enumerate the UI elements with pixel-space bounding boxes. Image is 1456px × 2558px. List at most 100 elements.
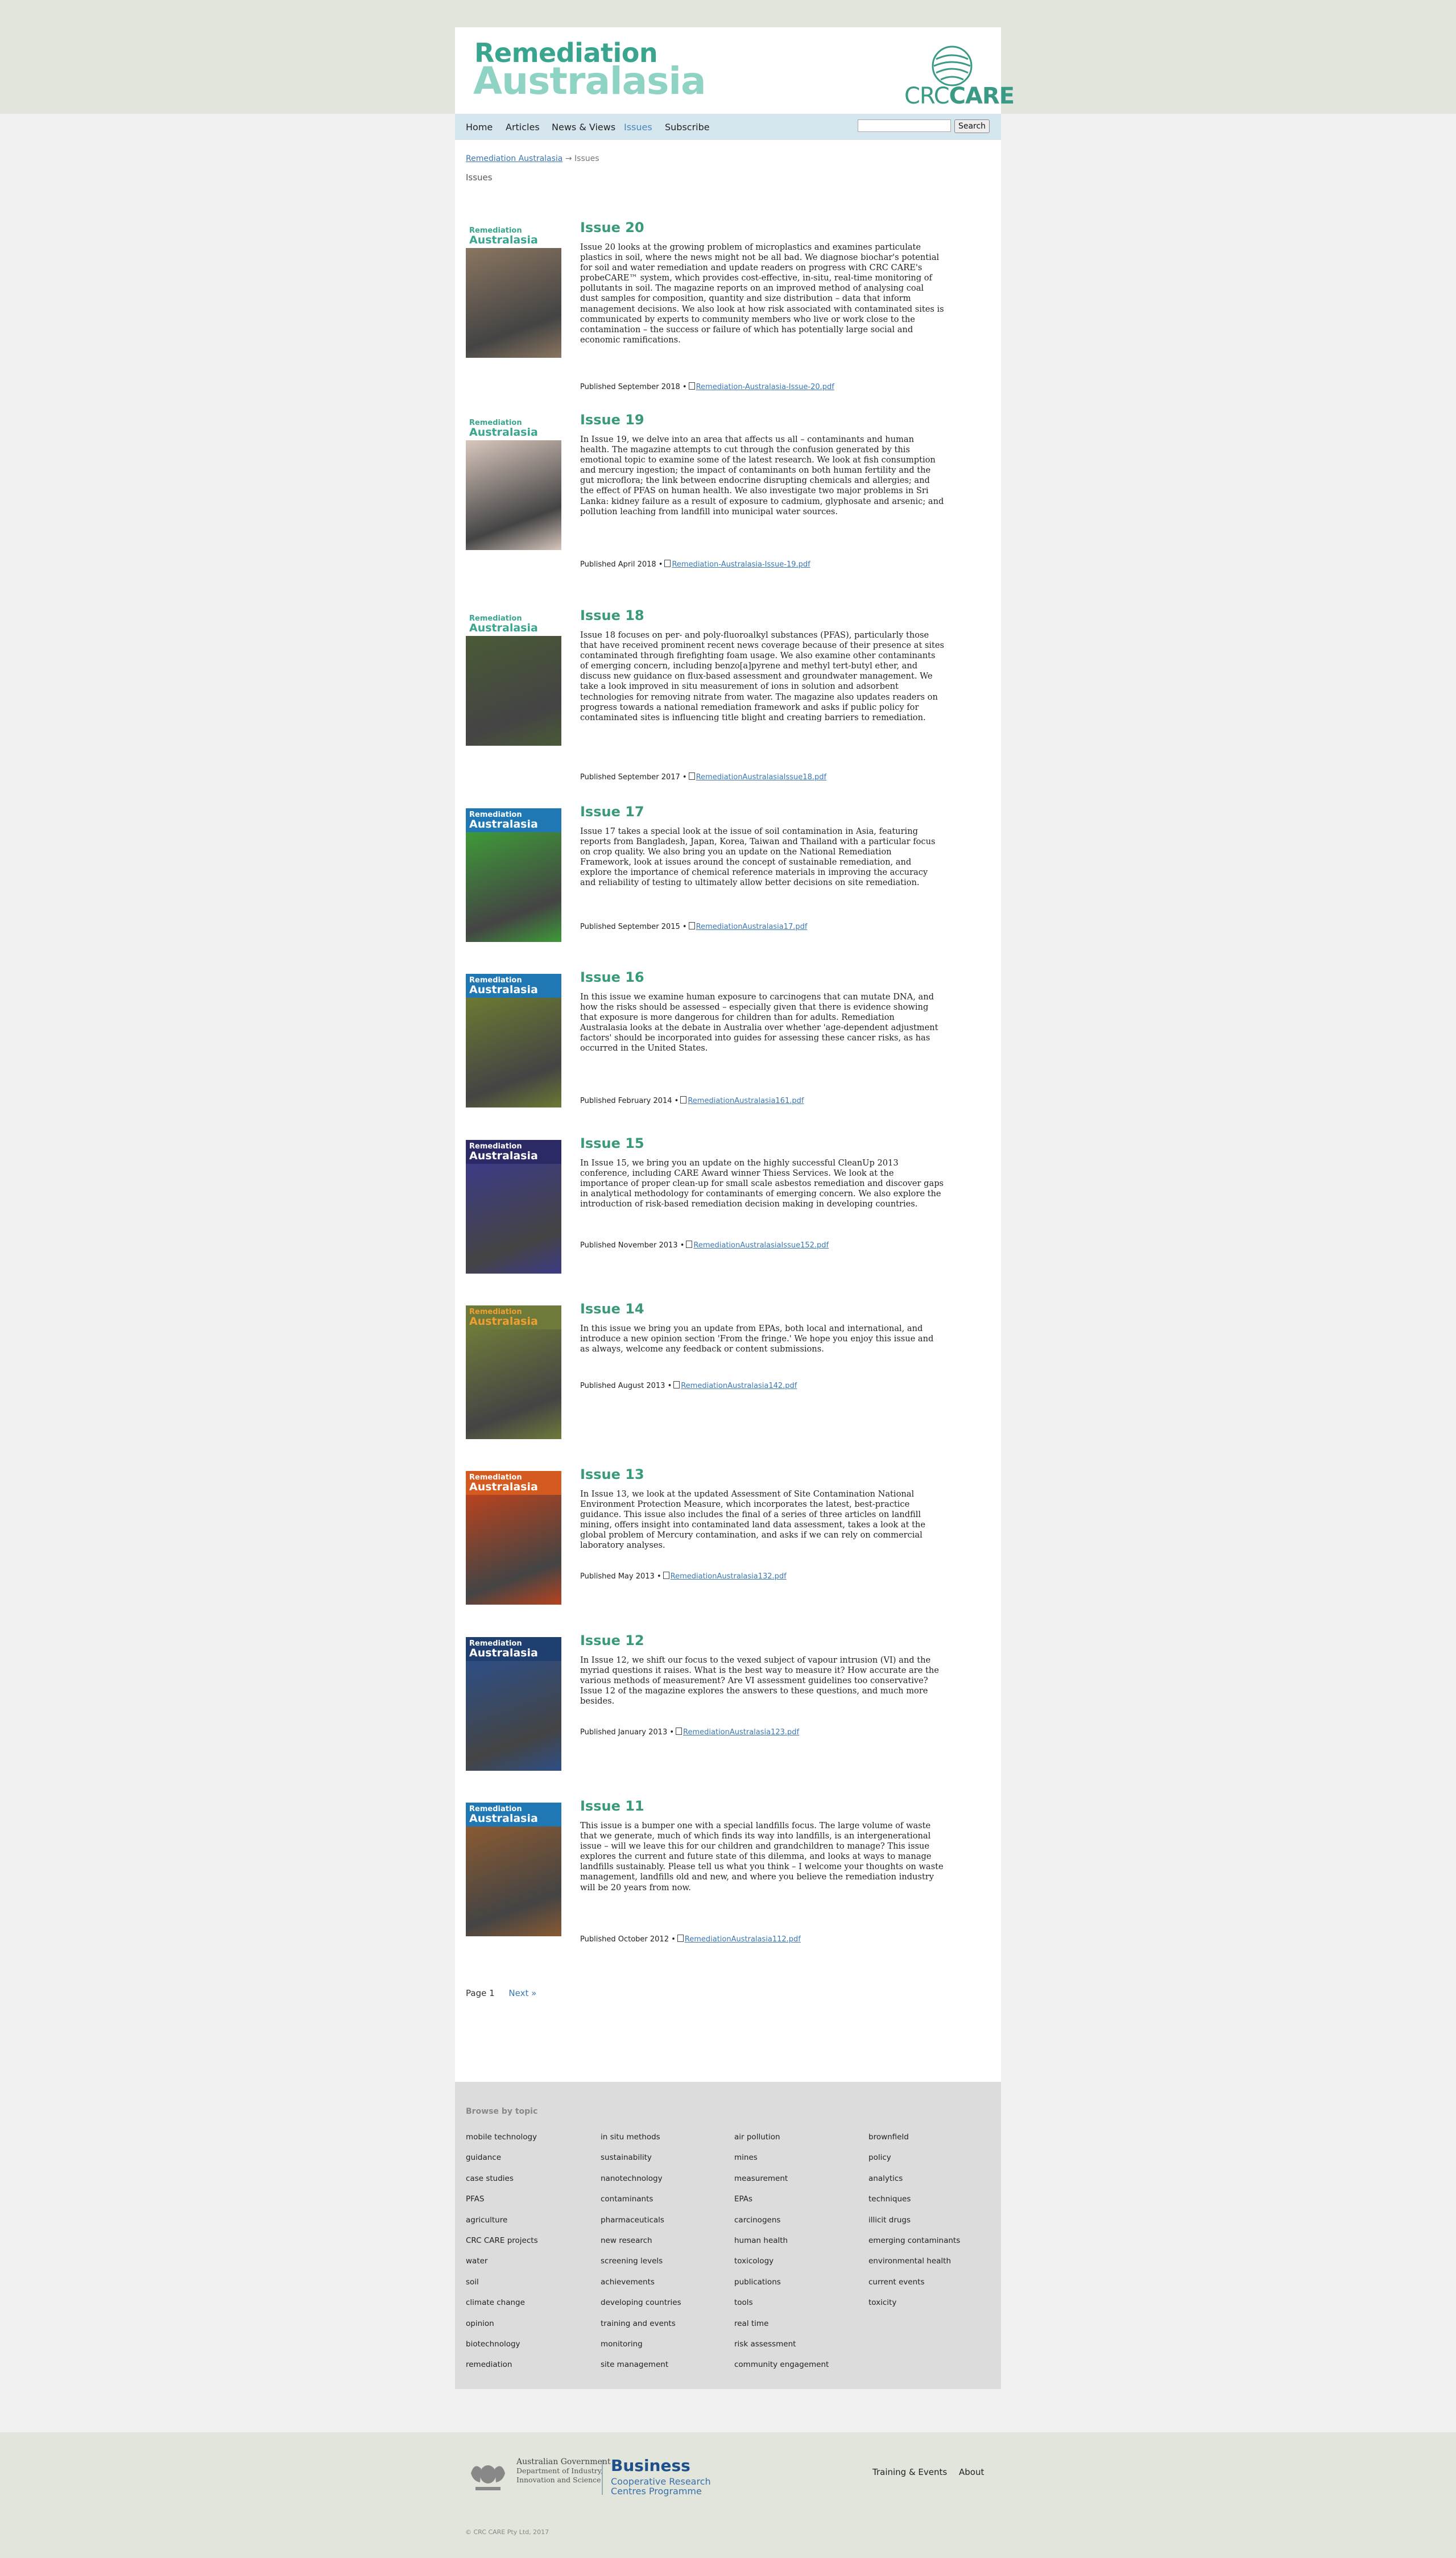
footer-link-training-events[interactable]: Training & Events — [872, 2467, 947, 2477]
topic-link[interactable]: remediation — [466, 2360, 512, 2369]
issue-title[interactable]: Issue 15 — [580, 1135, 644, 1151]
nav-issues[interactable]: Issues — [624, 122, 652, 133]
topic-link[interactable]: screening levels — [601, 2257, 663, 2266]
topic-link[interactable]: soil — [466, 2278, 479, 2287]
topic-link[interactable]: carcinogens — [734, 2216, 780, 2225]
topic-link[interactable]: brownfield — [868, 2133, 909, 2142]
nav-news-views[interactable]: News & Views — [552, 122, 615, 133]
topic-link[interactable]: policy — [868, 2153, 891, 2162]
topic-link[interactable]: real time — [734, 2319, 768, 2328]
issue-cover-image[interactable]: Remediation Australasia — [466, 1471, 561, 1605]
pagination-next-link[interactable]: Next » — [508, 1988, 536, 1998]
issue-title[interactable]: Issue 16 — [580, 969, 644, 985]
topic-link[interactable]: techniques — [868, 2195, 911, 2204]
issue-cover-image[interactable]: Remediation Australasia — [466, 1305, 561, 1439]
topic-link[interactable]: water — [466, 2257, 487, 2266]
topic-link[interactable]: EPAs — [734, 2195, 752, 2204]
issue-cover-image[interactable]: Remediation Australasia — [466, 1803, 561, 1936]
topic-link[interactable]: developing countries — [601, 2298, 681, 2307]
topic-link[interactable]: new research — [601, 2236, 652, 2245]
topic-link[interactable]: toxicity — [868, 2298, 896, 2307]
footer-link-about[interactable]: About — [959, 2467, 984, 2477]
issue-pdf-link[interactable]: RemediationAustralasia112.pdf — [685, 1935, 801, 1944]
cover-title-line2: Australasia — [469, 622, 538, 634]
issue-description: Issue 20 looks at the growing problem of… — [580, 242, 944, 345]
topic-link[interactable]: analytics — [868, 2174, 903, 2183]
issue-pdf-link[interactable]: RemediationAustralasiaIssue152.pdf — [693, 1241, 829, 1250]
topic-link[interactable]: agriculture — [466, 2216, 507, 2225]
issue-published-date: Published August 2013 • — [580, 1382, 672, 1390]
issue-title[interactable]: Issue 17 — [580, 804, 644, 820]
topic-link[interactable]: current events — [868, 2278, 924, 2287]
issue-pdf-link[interactable]: RemediationAustralasia132.pdf — [671, 1572, 787, 1581]
issue-pdf-link[interactable]: Remediation-Australasia-Issue-19.pdf — [672, 560, 810, 569]
topic-link[interactable]: toxicology — [734, 2257, 774, 2266]
topic-link[interactable]: environmental health — [868, 2257, 951, 2266]
topic-link[interactable]: community engagement — [734, 2360, 829, 2369]
topic-link[interactable]: site management — [601, 2360, 668, 2369]
topic-link[interactable]: publications — [734, 2278, 781, 2287]
topic-link[interactable]: guidance — [466, 2153, 501, 2162]
issue-pdf-link[interactable]: RemediationAustralasia17.pdf — [696, 923, 808, 931]
site-logo-line2[interactable]: Australasia — [473, 59, 706, 103]
pdf-file-icon — [688, 922, 695, 929]
topic-link[interactable]: in situ methods — [601, 2133, 660, 2142]
topic-link[interactable]: human health — [734, 2236, 788, 2245]
topic-link[interactable]: contaminants — [601, 2195, 653, 2204]
copyright: © CRC CARE Pty Ltd, 2017 — [465, 2528, 549, 2536]
topic-link[interactable]: monitoring — [601, 2340, 643, 2349]
issue-pdf-link[interactable]: RemediationAustralasia161.pdf — [688, 1097, 804, 1105]
issue-pdf-link[interactable]: RemediationAustralasia142.pdf — [681, 1382, 797, 1390]
topic-link[interactable]: PFAS — [466, 2195, 484, 2204]
issue-cover-image[interactable]: Remediation Australasia — [466, 1637, 561, 1771]
topic-link[interactable]: pharmaceuticals — [601, 2216, 664, 2225]
issue-pdf-link[interactable]: Remediation-Australasia-Issue-20.pdf — [696, 383, 834, 391]
issue-cover-image[interactable]: Remediation Australasia — [466, 416, 561, 550]
issue-title[interactable]: Issue 18 — [580, 608, 644, 623]
cover-title-line2: Australasia — [469, 1812, 538, 1825]
pagination: Page 1 Next » — [466, 1988, 536, 1998]
cover-title-line2: Australasia — [469, 1315, 538, 1328]
issue-title[interactable]: Issue 20 — [580, 220, 644, 235]
issue-pdf-link[interactable]: RemediationAustralasia123.pdf — [683, 1728, 799, 1737]
topic-link[interactable]: biotechnology — [466, 2340, 520, 2349]
issue-cover-image[interactable]: Remediation Australasia — [466, 808, 561, 942]
topic-link[interactable]: measurement — [734, 2174, 788, 2183]
topic-link[interactable]: risk assessment — [734, 2340, 796, 2349]
issue-title[interactable]: Issue 12 — [580, 1633, 644, 1648]
issue-pdf-link[interactable]: RemediationAustralasiaIssue18.pdf — [696, 773, 826, 782]
topic-link[interactable]: mobile technology — [466, 2133, 537, 2142]
nav-home[interactable]: Home — [466, 122, 493, 133]
topic-link[interactable]: illicit drugs — [868, 2216, 911, 2225]
breadcrumb-root-link[interactable]: Remediation Australasia — [466, 154, 562, 163]
topic-link[interactable]: sustainability — [601, 2153, 652, 2162]
issue-title[interactable]: Issue 14 — [580, 1301, 644, 1317]
issue-published-date: Published January 2013 • — [580, 1728, 675, 1737]
issue-cover-image[interactable]: Remediation Australasia — [466, 974, 561, 1107]
issue-cover-image[interactable]: Remediation Australasia — [466, 1140, 561, 1274]
topic-link[interactable]: climate change — [466, 2298, 525, 2307]
topic-link[interactable]: case studies — [466, 2174, 514, 2183]
breadcrumb: Remediation Australasia → Issues — [466, 154, 599, 163]
topic-link[interactable]: CRC CARE projects — [466, 2236, 538, 2245]
topic-link[interactable]: nanotechnology — [601, 2174, 663, 2183]
issue-title[interactable]: Issue 13 — [580, 1466, 644, 1482]
search-button[interactable]: Search — [954, 119, 990, 133]
topic-link[interactable]: opinion — [466, 2319, 494, 2328]
issue-title[interactable]: Issue 11 — [580, 1798, 644, 1814]
topic-link[interactable]: mines — [734, 2153, 758, 2162]
topic-link[interactable]: tools — [734, 2298, 753, 2307]
issue-cover-image[interactable]: Remediation Australasia — [466, 612, 561, 746]
topic-link[interactable]: achievements — [601, 2278, 655, 2287]
search-input[interactable] — [858, 119, 951, 132]
topic-link[interactable]: training and events — [601, 2319, 676, 2328]
topic-link[interactable]: air pollution — [734, 2133, 780, 2142]
cover-photo — [466, 832, 561, 942]
pdf-file-icon — [673, 1381, 680, 1388]
nav-articles[interactable]: Articles — [506, 122, 540, 133]
nav-subscribe[interactable]: Subscribe — [665, 122, 710, 133]
main-navigation: Home Articles News & Views Issues Subscr… — [455, 114, 1001, 140]
topic-link[interactable]: emerging contaminants — [868, 2236, 960, 2245]
issue-cover-image[interactable]: Remediation Australasia — [466, 224, 561, 358]
issue-title[interactable]: Issue 19 — [580, 412, 644, 428]
